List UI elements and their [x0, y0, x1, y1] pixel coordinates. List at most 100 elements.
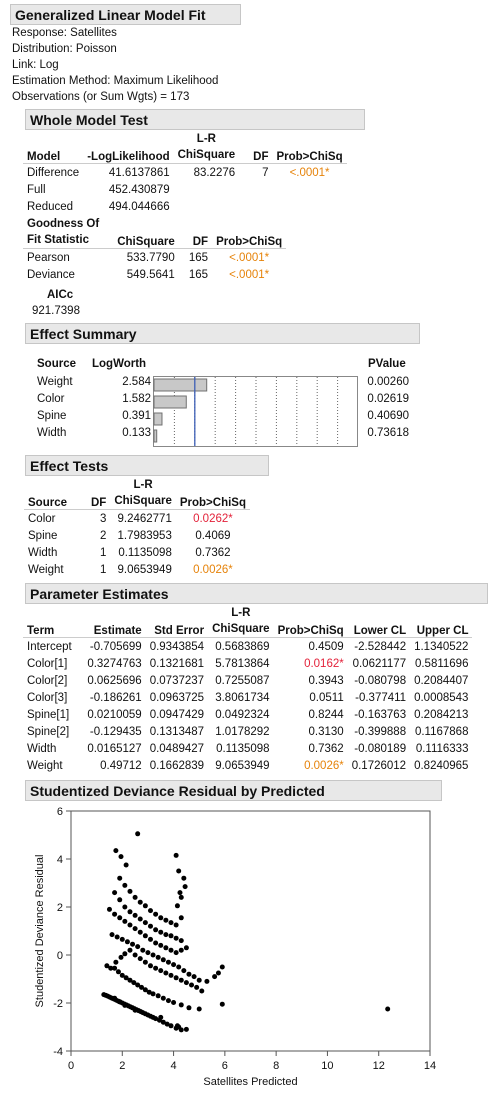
- data-point: [119, 936, 125, 942]
- residual-plot-title: Studentized Deviance Residual by Predict…: [30, 783, 325, 799]
- x-tick-label: 12: [373, 1060, 385, 1072]
- whole-model-test-title: Whole Model Test: [30, 112, 148, 128]
- data-point: [212, 974, 218, 980]
- cell: -0.377411: [355, 691, 407, 704]
- data-point: [155, 954, 161, 960]
- data-point: [122, 1002, 128, 1008]
- effect-logworth-value: 1.582: [122, 393, 151, 405]
- data-point: [186, 971, 192, 977]
- data-point: [112, 890, 118, 896]
- data-point: [132, 1007, 138, 1013]
- data-point: [158, 942, 164, 948]
- table-row: Deviance 549.5641 165 <.0001*: [23, 266, 286, 283]
- cell: 0.0947429: [149, 708, 205, 721]
- plot-frame: [70, 810, 431, 1052]
- cell: -0.399888: [354, 725, 407, 738]
- cell: 0.1116333: [415, 742, 469, 755]
- col-upper-cl: Upper CL: [410, 605, 473, 638]
- cell: 1.0178292: [215, 725, 270, 738]
- cell: 0.0625696: [87, 674, 142, 687]
- table-row: Difference 41.6137861 83.2276 7 <.0001*: [23, 164, 347, 182]
- cell: 0.0165127: [87, 742, 142, 755]
- data-point: [165, 998, 171, 1004]
- cell: 3: [99, 512, 107, 525]
- data-point: [118, 954, 124, 960]
- cell: <.0001*: [229, 268, 270, 281]
- cell: 0.2084407: [414, 674, 469, 687]
- row-label: Width: [27, 742, 57, 755]
- data-point: [123, 862, 129, 868]
- cell: 0.0963725: [149, 691, 205, 704]
- data-point: [127, 922, 133, 928]
- data-point: [150, 991, 156, 997]
- cell: <.0001*: [229, 251, 270, 264]
- parameter-estimates-header[interactable]: Parameter Estimates: [25, 583, 488, 604]
- data-point: [106, 906, 112, 912]
- data-point: [142, 933, 148, 939]
- data-point: [112, 911, 118, 917]
- data-point: [178, 894, 184, 900]
- effect-tests-header[interactable]: Effect Tests: [25, 455, 269, 476]
- data-point: [171, 1000, 177, 1006]
- cell: -0.080798: [354, 674, 407, 687]
- report-title[interactable]: Generalized Linear Model Fit: [10, 4, 241, 25]
- logworth-bar: [153, 395, 187, 409]
- data-point: [122, 951, 128, 957]
- cell: 1.1340522: [414, 640, 469, 653]
- effect-source-label: Width: [37, 427, 67, 439]
- cell: 0.5683869: [215, 640, 270, 653]
- cell: 0.3943: [308, 674, 344, 687]
- cell: 0.1662839: [149, 759, 205, 772]
- data-point: [191, 974, 197, 980]
- data-point: [194, 984, 200, 990]
- effect-pvalue-value: 0.02619: [367, 393, 409, 405]
- col-loglik: -LogLikelihood: [83, 131, 174, 164]
- cell: 0.7362: [195, 546, 231, 559]
- row-label: Pearson: [27, 251, 70, 264]
- data-point: [109, 932, 115, 938]
- report-title-text: Generalized Linear Model Fit: [15, 7, 206, 23]
- effect-summary-header[interactable]: Effect Summary: [25, 323, 420, 344]
- table-row: Reduced 494.044666: [23, 198, 347, 215]
- residual-plot-header[interactable]: Studentized Deviance Residual by Predict…: [25, 780, 442, 801]
- data-point: [215, 970, 221, 976]
- data-point: [196, 1006, 202, 1012]
- cell: 0.4069: [195, 529, 231, 542]
- row-label: Spine[1]: [27, 708, 70, 721]
- cell: 0.1726012: [351, 759, 407, 772]
- table-row: Color[2] 0.0625696 0.0737237 0.7255087 0.394…: [23, 672, 472, 689]
- data-point: [176, 964, 182, 970]
- data-point: [132, 952, 138, 958]
- data-point: [132, 894, 138, 900]
- data-point: [163, 917, 169, 923]
- effect-logworth-value: 0.391: [122, 410, 151, 422]
- cell: 494.044666: [108, 200, 170, 213]
- data-point: [163, 945, 169, 951]
- cell: 0.2084213: [414, 708, 469, 721]
- data-point: [204, 978, 210, 984]
- data-point: [174, 903, 180, 909]
- cell: 3.8061734: [215, 691, 270, 704]
- data-point: [168, 933, 174, 939]
- data-point: [178, 947, 184, 953]
- data-point: [145, 950, 151, 956]
- cell: 0.7255087: [215, 674, 270, 687]
- row-label: Color[2]: [27, 674, 68, 687]
- x-tick-label: 10: [321, 1060, 333, 1072]
- cell: 9.0653949: [215, 759, 270, 772]
- effect-tests-table: Source DF L-R ChiSquare Prob>ChiSq Color 3…: [24, 477, 250, 578]
- effect-source-label: Weight: [37, 376, 73, 388]
- cell: 1.7983953: [117, 529, 172, 542]
- data-point: [178, 1002, 184, 1008]
- y-tick-label: -2: [53, 998, 63, 1010]
- data-point: [122, 918, 128, 924]
- cell: 0.0026*: [193, 563, 233, 576]
- cell: 0.1135098: [216, 742, 270, 755]
- whole-model-test-header[interactable]: Whole Model Test: [25, 109, 365, 130]
- data-point: [113, 848, 119, 854]
- cell: 0.7362: [308, 742, 344, 755]
- col-prob: Prob>ChiSq: [273, 605, 348, 638]
- data-point: [199, 988, 205, 994]
- cell: 0.0621177: [352, 657, 407, 670]
- info-estimation: Estimation Method: Maximum Likelihood: [12, 75, 219, 87]
